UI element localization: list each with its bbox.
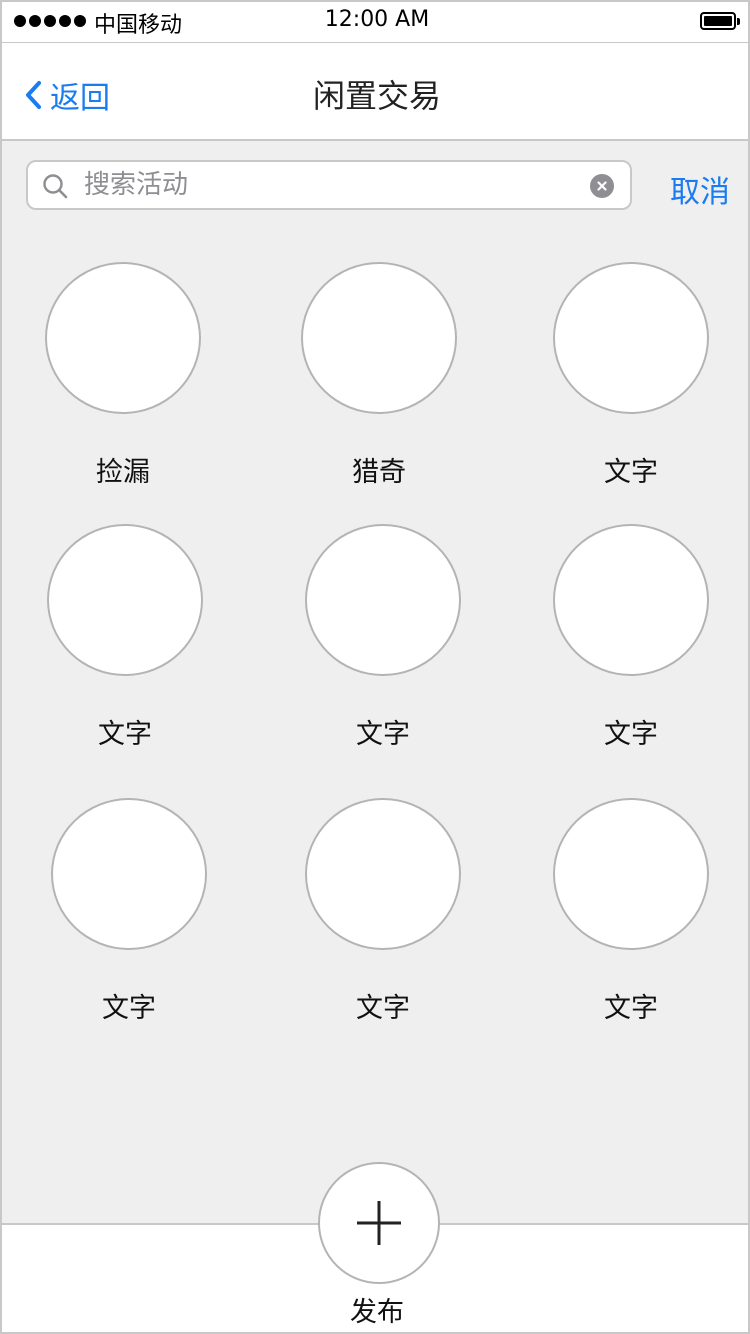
- clear-icon[interactable]: [590, 174, 614, 198]
- category-label: 文字: [604, 719, 658, 750]
- category-label: 文字: [356, 719, 410, 750]
- category-image: [305, 524, 461, 676]
- content-area: 取消 捡漏 猎奇 文字 文字 文字 文字 文字: [2, 141, 748, 1223]
- category-label: 文字: [356, 993, 410, 1024]
- search-icon: [43, 174, 68, 199]
- category-image: [51, 798, 207, 950]
- category-item[interactable]: 文字: [303, 798, 463, 1025]
- phone-frame: 中国移动 12:00 AM 返回 闲置交易 搜索活动 取消 捡漏 猎奇 文字 文…: [0, 0, 750, 1334]
- category-item[interactable]: 文字: [303, 524, 463, 751]
- publish-button[interactable]: [318, 1162, 440, 1284]
- status-bar: 中国移动 12:00 AM: [2, 2, 748, 42]
- navigation-bar: 返回 闲置交易: [2, 42, 748, 141]
- category-label: 文字: [604, 457, 658, 488]
- plus-icon: [357, 1201, 401, 1245]
- category-label: 猎奇: [352, 457, 406, 488]
- category-item[interactable]: 文字: [45, 524, 205, 751]
- category-label: 文字: [98, 719, 152, 750]
- category-image: [553, 262, 709, 414]
- search-bar: [26, 160, 632, 210]
- category-image: [47, 524, 203, 676]
- category-item[interactable]: 猎奇: [299, 262, 459, 489]
- cancel-button[interactable]: 取消: [670, 167, 730, 211]
- category-image: [305, 798, 461, 950]
- category-image: [553, 524, 709, 676]
- category-label: 文字: [604, 993, 658, 1024]
- category-item[interactable]: 文字: [551, 524, 711, 751]
- category-item[interactable]: 捡漏: [43, 262, 203, 489]
- search-input[interactable]: [84, 168, 574, 202]
- category-item[interactable]: 文字: [49, 798, 209, 1025]
- battery-full-icon: [700, 12, 740, 30]
- category-image: [553, 798, 709, 950]
- category-image: [45, 262, 201, 414]
- category-label: 文字: [102, 993, 156, 1024]
- page-title: 闲置交易: [312, 77, 441, 115]
- category-image: [301, 262, 457, 414]
- status-time: 12:00 AM: [324, 7, 430, 32]
- category-item[interactable]: 文字: [551, 262, 711, 489]
- publish-label: 发布: [350, 1297, 404, 1328]
- category-label: 捡漏: [96, 457, 150, 488]
- category-item[interactable]: 文字: [551, 798, 711, 1025]
